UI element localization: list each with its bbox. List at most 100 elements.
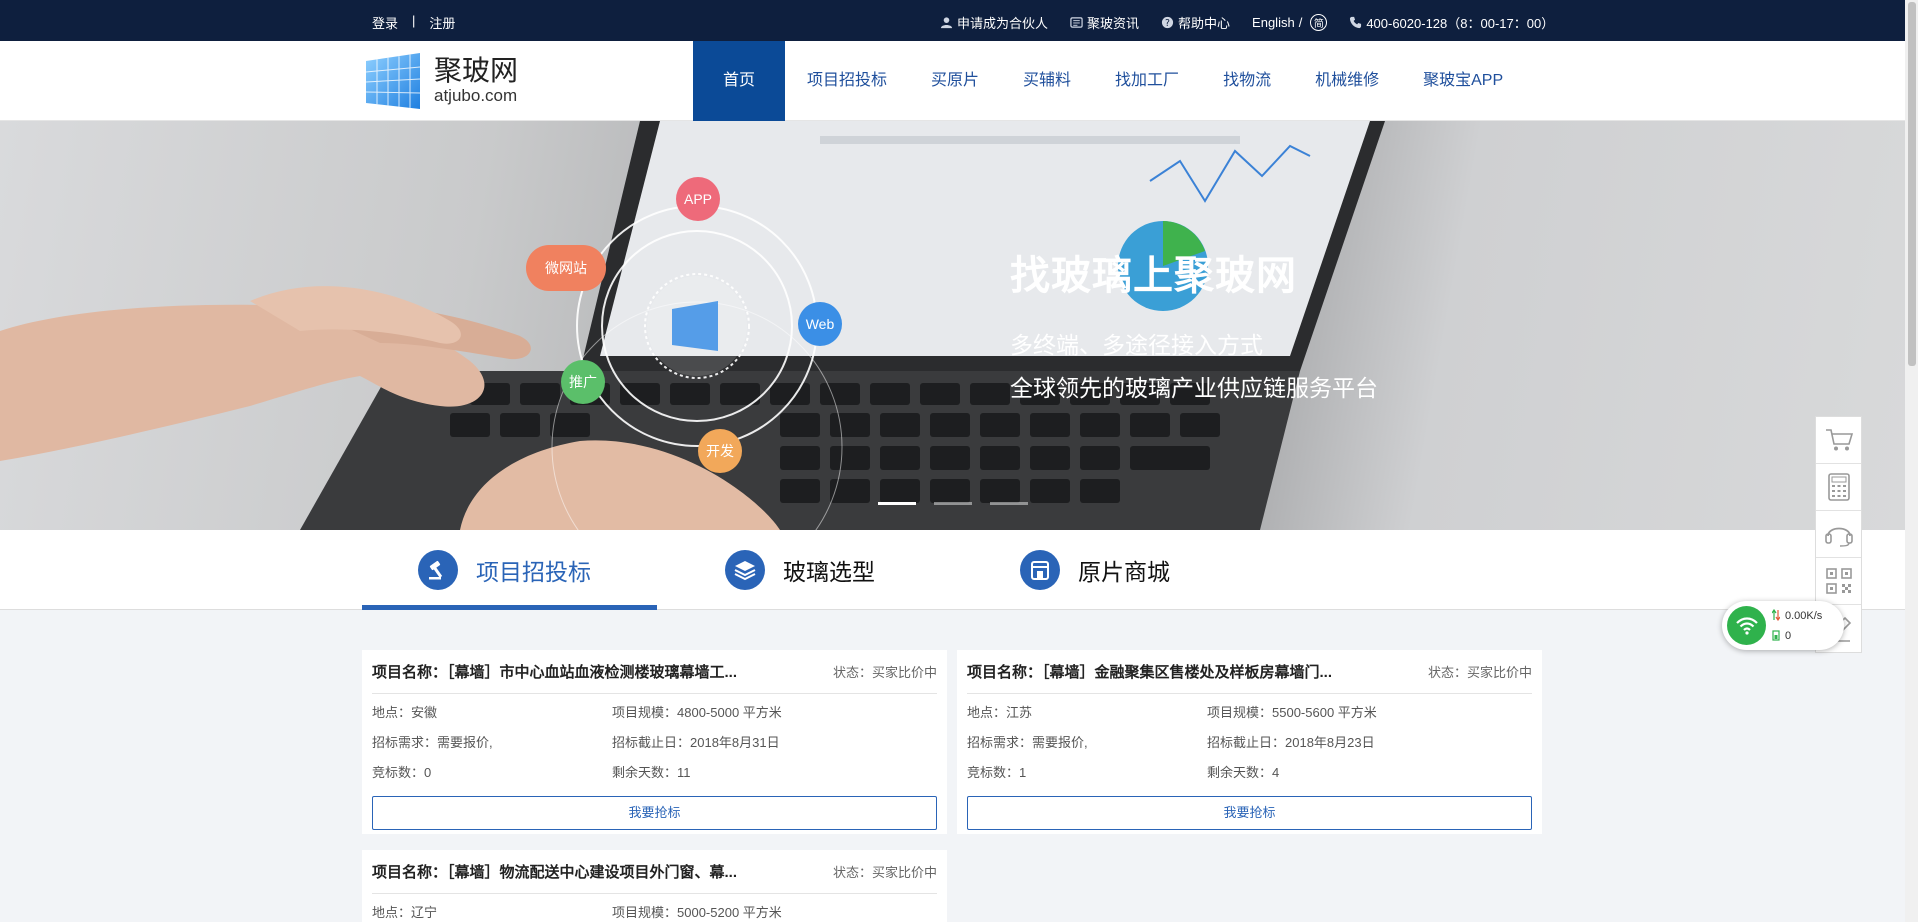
help-label: 帮助中心 (1178, 16, 1231, 31)
project-remaining-days: 剩余天数：11 (612, 765, 691, 780)
page-scrollbar[interactable] (1905, 0, 1918, 922)
tab-glass-selection[interactable]: 玻璃选型 (725, 530, 875, 610)
english-link[interactable]: English (1252, 15, 1295, 30)
bubble-web: Web (798, 302, 842, 346)
project-demand: 招标需求：需要报价, (967, 735, 1088, 750)
section-tabs: 项目招投标 玻璃选型 原片商城 (0, 530, 1905, 610)
banner-headline: 找玻璃上聚玻网 (1010, 254, 1297, 298)
cart-icon (1825, 429, 1853, 451)
login-link[interactable]: 登录 (372, 13, 398, 32)
tab-raw-glass-mall-label: 原片商城 (1078, 559, 1170, 585)
help-icon: ? (1161, 16, 1174, 29)
tender-card: 项目名称：［幕墙］金融聚集区售楼处及样板房幕墙门... 状态：买家比价中 地点：… (957, 650, 1542, 834)
tab-glass-selection-label: 玻璃选型 (783, 559, 875, 585)
project-remaining-days: 剩余天数：4 (1207, 765, 1280, 780)
store-icon (1020, 550, 1060, 590)
wifi-icon (1727, 606, 1766, 645)
gavel-icon (418, 550, 458, 590)
phone-icon (1350, 16, 1362, 29)
news-label: 聚玻资讯 (1087, 16, 1140, 31)
carousel-indicators (878, 502, 1028, 505)
nav-home[interactable]: 首页 (693, 41, 785, 121)
site-logo[interactable]: 聚玻网 atjubo.com (362, 51, 518, 111)
scrollbar-thumb[interactable] (1908, 2, 1916, 366)
svg-text:?: ? (1165, 18, 1170, 29)
logo-glass-icon (365, 53, 421, 109)
bubble-dev: 开发 (698, 429, 742, 473)
banner-subtitle-2: 全球领先的玻璃产业供应链服务平台 (1010, 375, 1378, 401)
project-status: 状态：买家比价中 (1427, 665, 1532, 680)
active-tab-indicator (362, 605, 657, 610)
news-icon (1070, 17, 1083, 28)
carousel-dot-1[interactable] (878, 502, 916, 505)
news-link[interactable]: 聚玻资讯 (1070, 13, 1139, 32)
carousel-dot-2[interactable] (934, 502, 972, 505)
bubble-wechat: 微网站 (526, 245, 606, 291)
project-scale: 项目规模：5500-5600 平方米 (1207, 705, 1377, 720)
nav-repair[interactable]: 机械维修 (1293, 41, 1401, 121)
project-deadline: 招标截止日：2018年8月31日 (612, 735, 780, 750)
banner-subtitle-1: 多终端、多途径接入方式 (1010, 332, 1263, 358)
tab-raw-glass-mall[interactable]: 原片商城 (1020, 530, 1170, 610)
project-demand: 招标需求：需要报价, (372, 735, 493, 750)
nav-accessories[interactable]: 买辅料 (1001, 41, 1093, 121)
upload-arrows-icon (1772, 609, 1780, 621)
tab-tender[interactable]: 项目招投标 (418, 530, 591, 610)
carousel-dot-3[interactable] (990, 502, 1028, 505)
project-title[interactable]: 项目名称：［幕墙］市中心血站血液检测楼玻璃幕墙工... (372, 661, 737, 682)
calculator-button[interactable] (1816, 464, 1861, 511)
user-icon (940, 17, 953, 29)
customer-service-button[interactable] (1816, 511, 1861, 558)
tab-tender-label: 项目招投标 (476, 559, 591, 585)
phone-number: 400-6020-128（8：00-17：00） (1366, 16, 1555, 31)
language-switch[interactable]: English / 简 (1252, 14, 1328, 31)
battery-icon (1772, 630, 1780, 641)
laptop-illustration (0, 121, 1385, 530)
project-bid-count: 竞标数：0 (372, 765, 432, 780)
top-bar: 登录 | 注册 申请成为合伙人 聚玻资讯 ? 帮助中心 English / 简 … (0, 0, 1905, 41)
qr-code-icon (1825, 568, 1852, 594)
qr-code-button[interactable] (1816, 558, 1861, 605)
project-location: 地点：辽宁 (372, 905, 438, 920)
partner-link[interactable]: 申请成为合伙人 (940, 13, 1048, 32)
lang-separator: / (1298, 15, 1303, 30)
download-speed: 0 (1785, 630, 1792, 642)
layers-icon (725, 550, 765, 590)
partner-label: 申请成为合伙人 (957, 16, 1049, 31)
calculator-icon (1827, 473, 1850, 501)
site-header: 聚玻网 atjubo.com 首页 项目招投标 买原片 买辅料 找加工厂 找物流… (0, 41, 1905, 121)
project-scale: 项目规模：4800-5000 平方米 (612, 705, 782, 720)
project-location: 地点：江苏 (967, 705, 1033, 720)
headset-icon (1824, 527, 1853, 547)
nav-logistics[interactable]: 找物流 (1201, 41, 1293, 121)
project-scale: 项目规模：5000-5200 平方米 (612, 905, 782, 920)
nav-tender[interactable]: 项目招投标 (785, 41, 909, 121)
nav-app[interactable]: 聚玻宝APP (1401, 41, 1525, 121)
logo-name: 聚玻网 (434, 55, 519, 86)
register-link[interactable]: 注册 (429, 13, 455, 32)
hero-banner[interactable]: APP 微网站 Web 推广 开发 找玻璃上聚玻网 多终端、多途径接入方式 全球… (0, 121, 1905, 530)
grab-bid-button[interactable]: 我要抢标 (372, 796, 937, 830)
logo-domain: atjubo.com (434, 86, 518, 105)
cart-button[interactable] (1816, 417, 1861, 464)
simplified-chinese-button[interactable]: 简 (1310, 14, 1328, 31)
project-status: 状态：买家比价中 (832, 665, 937, 680)
topbar-separator: | (412, 13, 416, 28)
main-nav: 首页 项目招投标 买原片 买辅料 找加工厂 找物流 机械维修 聚玻宝APP (693, 41, 1525, 121)
project-title[interactable]: 项目名称：［幕墙］物流配送中心建设项目外门窗、幕... (372, 861, 737, 882)
bubble-promo: 推广 (561, 360, 605, 404)
project-bid-count: 竞标数：1 (967, 765, 1027, 780)
hotline: 400-6020-128（8：00-17：00） (1349, 13, 1554, 32)
tender-card: 项目名称：［幕墙］物流配送中心建设项目外门窗、幕... 状态：买家比价中 地点：… (362, 850, 947, 922)
nav-factory[interactable]: 找加工厂 (1093, 41, 1201, 121)
project-deadline: 招标截止日：2018年8月23日 (1207, 735, 1375, 750)
bubble-app: APP (676, 177, 720, 221)
upload-speed: 0.00K/s (1785, 610, 1823, 622)
nav-raw-glass[interactable]: 买原片 (909, 41, 1001, 121)
project-title[interactable]: 项目名称：［幕墙］金融聚集区售楼处及样板房幕墙门... (967, 661, 1332, 682)
tender-card: 项目名称：［幕墙］市中心血站血液检测楼玻璃幕墙工... 状态：买家比价中 地点：… (362, 650, 947, 834)
grab-bid-button[interactable]: 我要抢标 (967, 796, 1532, 830)
help-link[interactable]: ? 帮助中心 (1161, 13, 1230, 32)
project-location: 地点：安徽 (372, 705, 438, 720)
network-speed-widget[interactable]: 0.00K/s 0 (1722, 601, 1844, 650)
